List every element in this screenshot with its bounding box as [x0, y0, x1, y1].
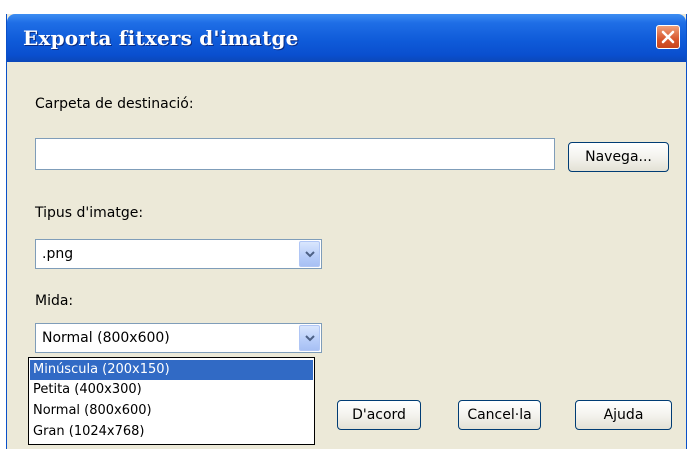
- size-dropdown-list: Minúscula (200x150) Petita (400x300) Nor…: [28, 357, 315, 445]
- image-type-label: Tipus d'imatge:: [35, 205, 144, 221]
- size-select[interactable]: Normal (800x600): [35, 323, 322, 353]
- window-title: Exporta fitxers d'imatge: [23, 26, 299, 50]
- cancel-button[interactable]: Cancel·la: [458, 400, 541, 430]
- close-icon: [661, 30, 675, 44]
- size-label: Mida:: [35, 293, 74, 309]
- destination-folder-input[interactable]: [35, 138, 555, 170]
- size-dropdown-button[interactable]: [299, 325, 320, 351]
- close-button[interactable]: [656, 25, 680, 49]
- chevron-down-icon: [305, 335, 315, 342]
- size-option-small[interactable]: Petita (400x300): [30, 380, 313, 400]
- size-option-normal[interactable]: Normal (800x600): [30, 401, 313, 421]
- size-option-tiny[interactable]: Minúscula (200x150): [30, 360, 313, 380]
- image-type-select[interactable]: .png: [35, 239, 322, 269]
- destination-folder-label: Carpeta de destinació:: [35, 96, 194, 112]
- chevron-down-icon: [305, 251, 315, 258]
- ok-button[interactable]: D'acord: [337, 400, 421, 430]
- size-value: Normal (800x600): [42, 330, 170, 346]
- image-type-dropdown-button[interactable]: [299, 241, 320, 267]
- size-option-large[interactable]: Gran (1024x768): [30, 422, 313, 442]
- help-button[interactable]: Ajuda: [575, 400, 672, 430]
- image-type-value: .png: [42, 246, 74, 262]
- title-bar[interactable]: Exporta fitxers d'imatge: [7, 14, 686, 62]
- browse-button[interactable]: Navega...: [568, 142, 669, 172]
